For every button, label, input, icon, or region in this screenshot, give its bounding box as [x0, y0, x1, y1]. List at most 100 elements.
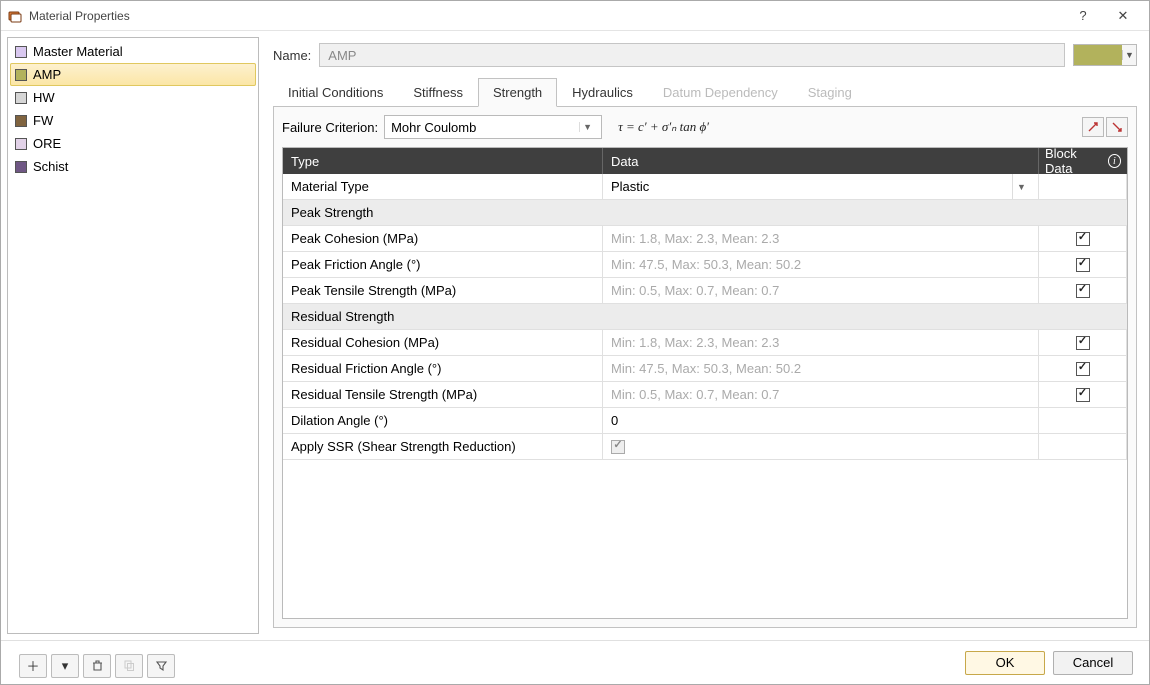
row-data-cell[interactable]: Min: 47.5, Max: 50.3, Mean: 50.2 [603, 356, 1039, 381]
header-block: Block Data i [1039, 148, 1127, 174]
block-checkbox[interactable] [1076, 362, 1090, 376]
ok-button[interactable]: OK [965, 651, 1045, 675]
row-data-cell[interactable]: Plastic▼ [603, 174, 1039, 199]
material-item[interactable]: AMP [10, 63, 256, 86]
material-label: HW [33, 90, 55, 105]
material-list[interactable]: Master Material AMP HW FW ORE Schist [7, 37, 259, 634]
material-item[interactable]: Master Material [10, 40, 256, 63]
row-label: Dilation Angle (°) [283, 408, 603, 433]
grid-row: Dilation Angle (°)0 [283, 408, 1127, 434]
grid-row: Residual Cohesion (MPa)Min: 1.8, Max: 2.… [283, 330, 1127, 356]
tab-staging: Staging [793, 78, 867, 107]
material-label: AMP [33, 67, 61, 82]
import-icon[interactable] [1082, 117, 1104, 137]
detail-panel: Name: ▼ Initial ConditionsStiffnessStren… [267, 37, 1143, 634]
row-data-cell[interactable]: 0 [603, 408, 1039, 433]
cancel-button[interactable]: Cancel [1053, 651, 1133, 675]
criterion-equation: τ = c′ + σ′ₙ tan ϕ′ [618, 119, 709, 135]
block-data-cell[interactable] [1039, 330, 1127, 355]
chevron-down-icon: ▼ [579, 122, 595, 132]
delete-button[interactable] [83, 654, 111, 678]
grid-row: Peak Friction Angle (°)Min: 47.5, Max: 5… [283, 252, 1127, 278]
material-swatch [15, 138, 27, 150]
material-label: Schist [33, 159, 68, 174]
tab-strength[interactable]: Strength [478, 78, 557, 107]
block-data-cell[interactable] [1039, 226, 1127, 251]
tab-stiffness[interactable]: Stiffness [398, 78, 478, 107]
grid-row: Peak Strength [283, 200, 1127, 226]
add-button[interactable]: ＋ [19, 654, 47, 678]
failure-criterion-select[interactable]: Mohr Coulomb ▼ [384, 115, 602, 139]
header-type: Type [283, 148, 603, 174]
export-icon[interactable] [1106, 117, 1128, 137]
checkbox [611, 440, 625, 454]
material-sidebar: Master Material AMP HW FW ORE Schist [7, 37, 259, 634]
row-label: Peak Cohesion (MPa) [283, 226, 603, 251]
row-label: Material Type [283, 174, 603, 199]
header-data: Data [603, 148, 1039, 174]
row-data-cell[interactable]: Min: 0.5, Max: 0.7, Mean: 0.7 [603, 278, 1039, 303]
material-item[interactable]: FW [10, 109, 256, 132]
block-data-cell[interactable] [1039, 278, 1127, 303]
material-item[interactable]: Schist [10, 155, 256, 178]
grid-row: Residual Strength [283, 304, 1127, 330]
material-swatch [15, 161, 27, 173]
row-label: Peak Friction Angle (°) [283, 252, 603, 277]
failure-criterion-label: Failure Criterion: [282, 120, 378, 135]
row-data-cell[interactable]: Min: 47.5, Max: 50.3, Mean: 50.2 [603, 252, 1039, 277]
row-label: Residual Friction Angle (°) [283, 356, 603, 381]
name-input[interactable] [319, 43, 1065, 67]
row-data-cell[interactable]: Min: 0.5, Max: 0.7, Mean: 0.7 [603, 382, 1039, 407]
block-data-cell [1039, 434, 1127, 459]
block-checkbox[interactable] [1076, 388, 1090, 402]
row-data-cell[interactable]: Min: 1.8, Max: 2.3, Mean: 2.3 [603, 330, 1039, 355]
block-data-cell[interactable] [1039, 382, 1127, 407]
grid-row: Peak Cohesion (MPa)Min: 1.8, Max: 2.3, M… [283, 226, 1127, 252]
add-dropdown-button[interactable]: ▾ [51, 654, 79, 678]
dialog-footer: ＋ ▾ OK Cancel [1, 640, 1149, 684]
app-icon [7, 8, 23, 24]
list-toolbar: ＋ ▾ [19, 654, 175, 678]
help-button[interactable]: ? [1063, 2, 1103, 30]
name-label: Name: [273, 48, 311, 63]
row-data-cell[interactable] [603, 434, 1039, 459]
block-data-cell[interactable] [1039, 252, 1127, 277]
row-label: Apply SSR (Shear Strength Reduction) [283, 434, 603, 459]
row-label: Residual Tensile Strength (MPa) [283, 382, 603, 407]
material-label: ORE [33, 136, 61, 151]
chevron-down-icon: ▼ [1122, 50, 1136, 60]
grid-row: Residual Tensile Strength (MPa)Min: 0.5,… [283, 382, 1127, 408]
tab-datum-dependency: Datum Dependency [648, 78, 793, 107]
filter-button[interactable] [147, 654, 175, 678]
grid-row: Material TypePlastic▼ [283, 174, 1127, 200]
block-checkbox[interactable] [1076, 258, 1090, 272]
row-label: Residual Cohesion (MPa) [283, 330, 603, 355]
strength-grid: Type Data Block Data i Material TypePlas… [282, 147, 1128, 619]
material-item[interactable]: HW [10, 86, 256, 109]
tab-initial-conditions[interactable]: Initial Conditions [273, 78, 398, 107]
material-swatch [15, 92, 27, 104]
row-data-cell[interactable]: Min: 1.8, Max: 2.3, Mean: 2.3 [603, 226, 1039, 251]
material-item[interactable]: ORE [10, 132, 256, 155]
block-checkbox[interactable] [1076, 336, 1090, 350]
grid-row: Apply SSR (Shear Strength Reduction) [283, 434, 1127, 460]
block-checkbox[interactable] [1076, 284, 1090, 298]
info-icon[interactable]: i [1108, 154, 1121, 168]
material-swatch [15, 46, 27, 58]
title-bar: Material Properties ? ✕ [1, 1, 1149, 31]
block-data-cell[interactable] [1039, 356, 1127, 381]
tab-hydraulics[interactable]: Hydraulics [557, 78, 648, 107]
material-swatch [15, 69, 27, 81]
material-color-picker[interactable]: ▼ [1073, 44, 1137, 66]
material-label: Master Material [33, 44, 123, 59]
block-checkbox[interactable] [1076, 232, 1090, 246]
section-label: Residual Strength [283, 304, 1127, 329]
material-swatch [15, 115, 27, 127]
chevron-down-icon: ▼ [1012, 174, 1030, 199]
grid-row: Residual Friction Angle (°)Min: 47.5, Ma… [283, 356, 1127, 382]
tabs: Initial ConditionsStiffnessStrengthHydra… [273, 77, 1137, 107]
block-data-cell [1039, 174, 1127, 199]
close-button[interactable]: ✕ [1103, 2, 1143, 30]
material-label: FW [33, 113, 53, 128]
section-label: Peak Strength [283, 200, 1127, 225]
